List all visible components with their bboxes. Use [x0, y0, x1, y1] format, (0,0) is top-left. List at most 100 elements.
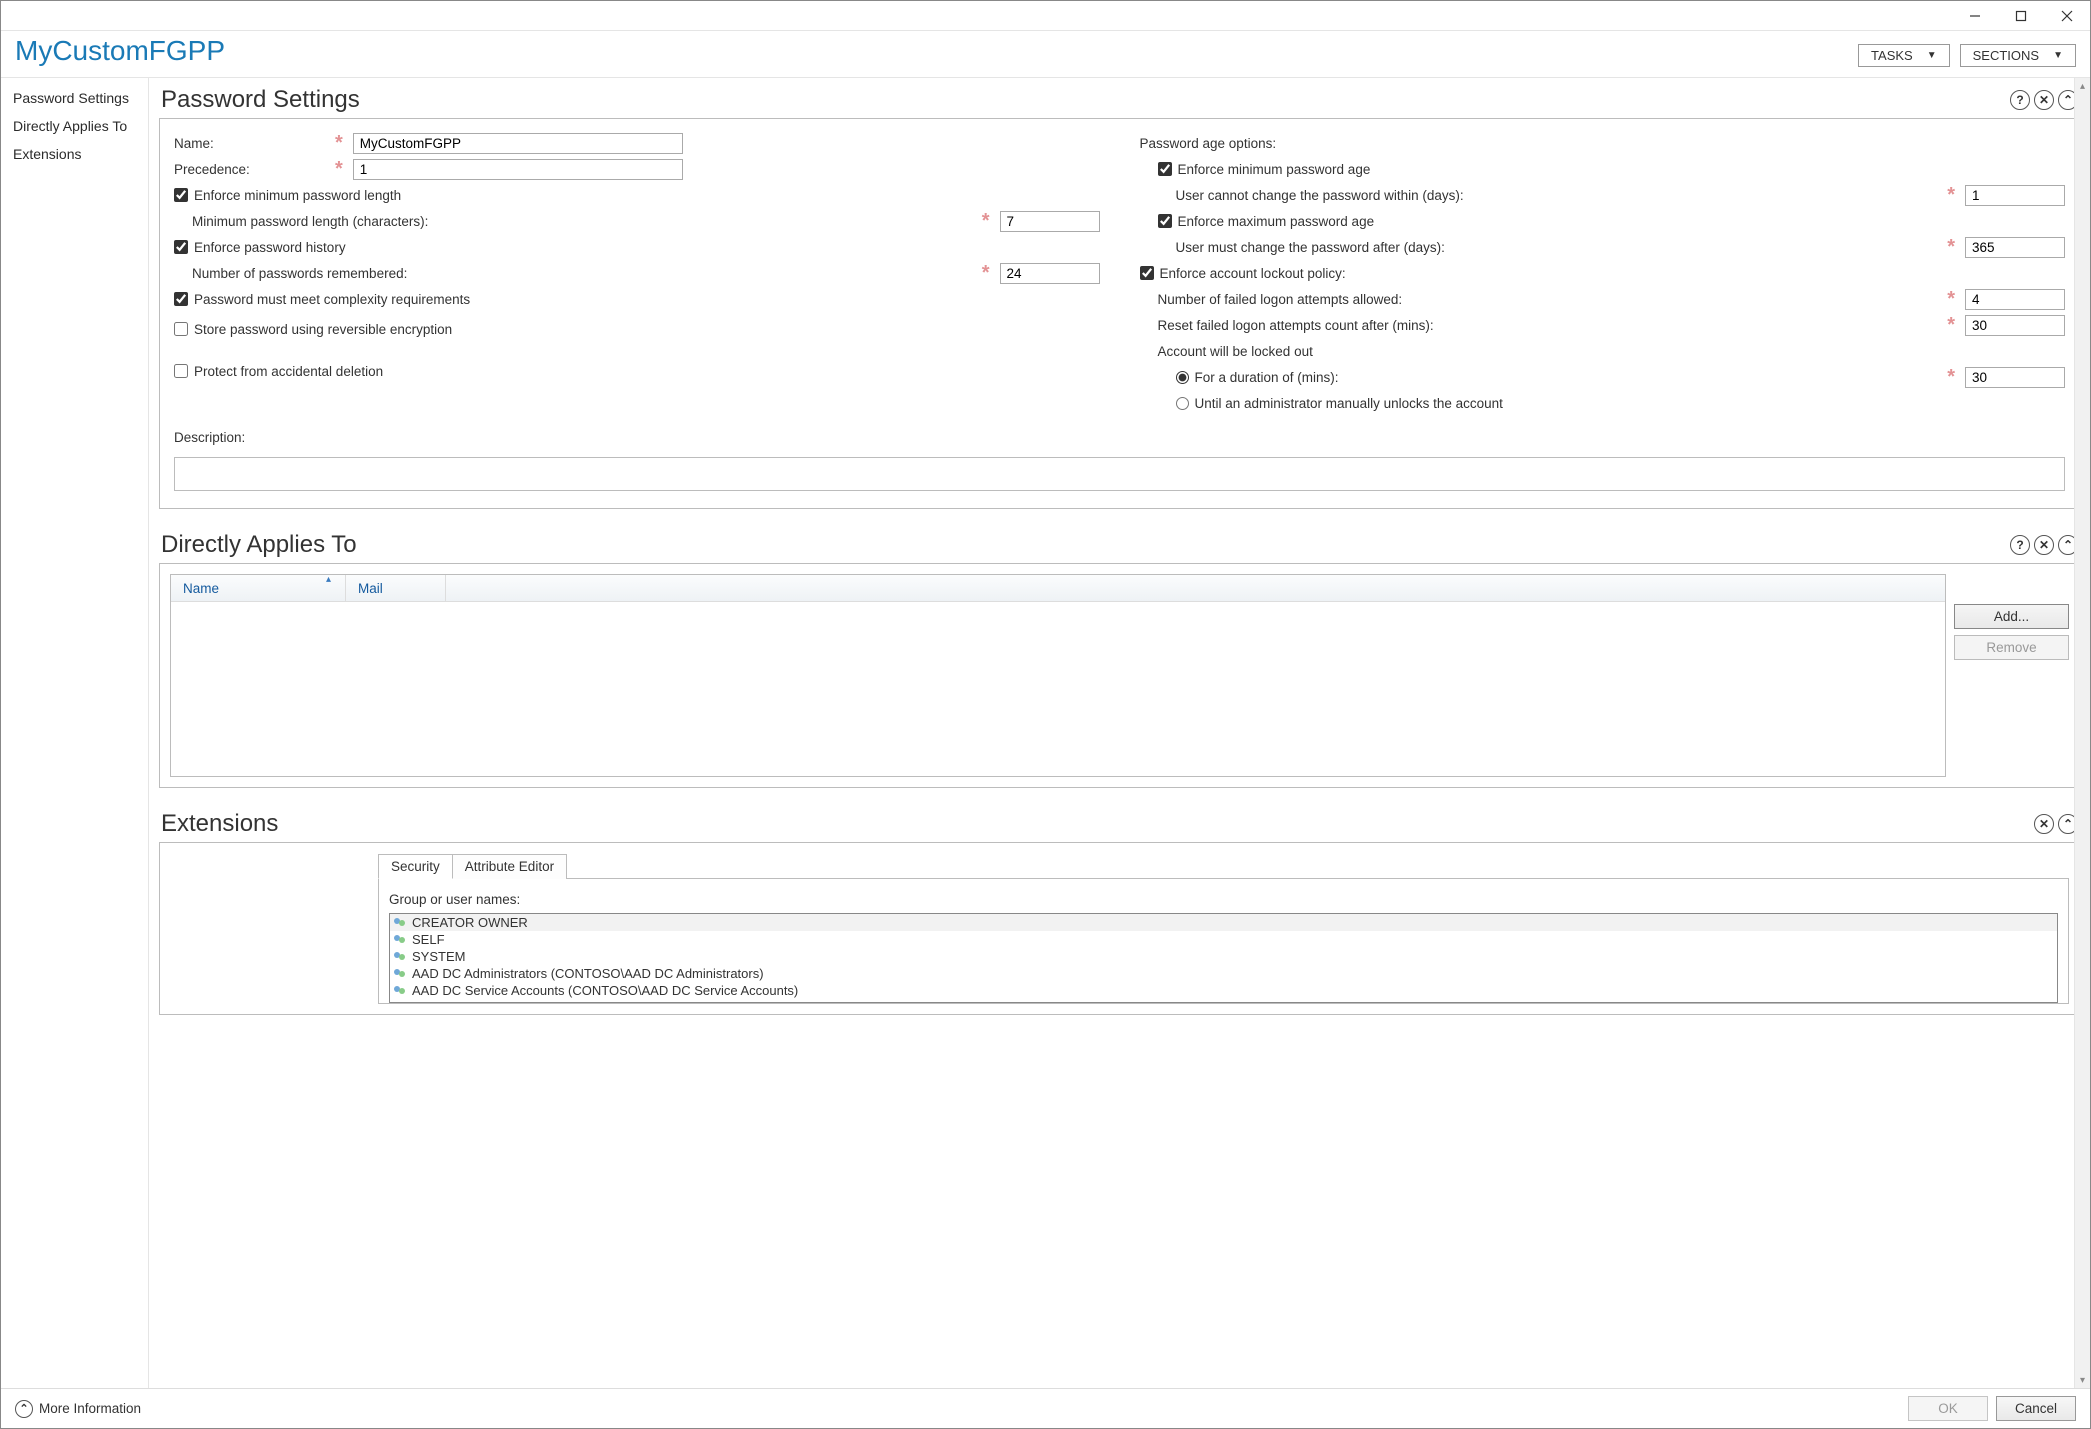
duration-radio[interactable] [1176, 371, 1189, 384]
min-age-input[interactable] [1965, 185, 2065, 206]
history-input[interactable] [1000, 263, 1100, 284]
chevron-down-icon: ▼ [1927, 50, 1937, 61]
list-item[interactable]: AAD DC Administrators (CONTOSO\AAD DC Ad… [390, 965, 2057, 982]
min-age-label: Enforce minimum password age [1178, 162, 1371, 177]
until-admin-radio[interactable] [1176, 397, 1189, 410]
section-directly-applies-to: Directly Applies To ? ✕ ⌃ Name ▴ [159, 523, 2080, 788]
required-icon: * [1947, 293, 1959, 305]
precedence-input[interactable] [353, 159, 683, 180]
column-mail[interactable]: Mail [346, 575, 446, 601]
chevron-down-icon: ▼ [2053, 50, 2063, 61]
name-input[interactable] [353, 133, 683, 154]
attempts-input[interactable] [1965, 289, 2065, 310]
required-icon: * [335, 163, 347, 175]
minimize-button[interactable] [1952, 1, 1998, 31]
add-button[interactable]: Add... [1954, 604, 2069, 629]
security-tab-body: Group or user names: CREATOR OWNER SELF … [379, 878, 2068, 1003]
section-title: Password Settings [161, 86, 360, 114]
scroll-down-icon[interactable]: ▾ [2075, 1372, 2090, 1388]
enforce-min-length-checkbox[interactable] [174, 188, 188, 202]
ok-button[interactable]: OK [1908, 1396, 1988, 1421]
close-button[interactable] [2044, 1, 2090, 31]
max-age-sublabel: User must change the password after (day… [1176, 240, 1445, 255]
sort-ascending-icon: ▴ [326, 574, 331, 585]
scrollbar[interactable]: ▴ ▾ [2074, 78, 2090, 1388]
nav-item-password-settings[interactable]: Password Settings [1, 84, 148, 112]
header-actions: TASKS ▼ SECTIONS ▼ [1858, 44, 2076, 67]
tab-attribute-editor[interactable]: Attribute Editor [452, 854, 567, 879]
group-icon [394, 951, 408, 963]
group-icon [394, 917, 408, 929]
help-icon[interactable]: ? [2010, 90, 2030, 110]
applies-table-header: Name ▴ Mail [171, 575, 1945, 602]
list-item[interactable]: AAD DC Service Accounts (CONTOSO\AAD DC … [390, 982, 2057, 999]
help-icon[interactable]: ? [2010, 535, 2030, 555]
nav-item-directly-applies-to[interactable]: Directly Applies To [1, 112, 148, 140]
column-name[interactable]: Name ▴ [171, 575, 346, 601]
close-section-icon[interactable]: ✕ [2034, 535, 2054, 555]
list-item-label: AAD DC Administrators (CONTOSO\AAD DC Ad… [412, 966, 764, 981]
more-information[interactable]: ⌃ More Information [15, 1400, 141, 1418]
content-area[interactable]: ▴ ▾ Password Settings ? ✕ ⌃ [149, 78, 2090, 1388]
list-item[interactable]: CREATOR OWNER [390, 914, 2057, 931]
min-age-checkbox[interactable] [1158, 162, 1172, 176]
enforce-history-label: Enforce password history [194, 240, 346, 255]
description-label: Description: [174, 430, 245, 445]
section-header: Directly Applies To ? ✕ ⌃ [159, 523, 2080, 563]
reversible-checkbox[interactable] [174, 322, 188, 336]
applies-table[interactable]: Name ▴ Mail [170, 574, 1946, 777]
required-icon: * [1947, 241, 1959, 253]
page-title: MyCustomFGPP [15, 35, 225, 67]
nav-item-extensions[interactable]: Extensions [1, 140, 148, 168]
close-section-icon[interactable]: ✕ [2034, 814, 2054, 834]
max-age-input[interactable] [1965, 237, 2065, 258]
scroll-up-icon[interactable]: ▴ [2075, 78, 2090, 94]
sections-dropdown[interactable]: SECTIONS ▼ [1960, 44, 2076, 67]
attempts-label: Number of failed logon attempts allowed: [1158, 292, 1403, 307]
right-column: Password age options: Enforce minimum pa… [1140, 129, 2066, 417]
applies-panel: Name ▴ Mail Add... Remove [159, 563, 2080, 788]
body: Password Settings Directly Applies To Ex… [1, 78, 2090, 1388]
tasks-dropdown[interactable]: TASKS ▼ [1858, 44, 1950, 67]
maximize-button[interactable] [1998, 1, 2044, 31]
extensions-panel: Security Attribute Editor Group or user … [159, 842, 2080, 1015]
duration-input[interactable] [1965, 367, 2065, 388]
close-section-icon[interactable]: ✕ [2034, 90, 2054, 110]
reset-label: Reset failed logon attempts count after … [1158, 318, 1434, 333]
enforce-min-length-label: Enforce minimum password length [194, 188, 401, 203]
left-column: Name: * Precedence: * Enf [174, 129, 1100, 417]
section-extensions: Extensions ✕ ⌃ Security Attribute Editor [159, 802, 2080, 1015]
complexity-label: Password must meet complexity requiremen… [194, 292, 470, 307]
more-information-label: More Information [39, 1401, 141, 1416]
titlebar [1, 1, 2090, 31]
min-length-sublabel: Minimum password length (characters): [192, 214, 428, 229]
list-item[interactable]: SYSTEM [390, 948, 2057, 965]
lockout-checkbox[interactable] [1140, 266, 1154, 280]
lockout-label: Enforce account lockout policy: [1160, 266, 1346, 281]
section-header: Password Settings ? ✕ ⌃ [159, 78, 2080, 118]
required-icon: * [982, 215, 994, 227]
list-item-label: AAD DC Service Accounts (CONTOSO\AAD DC … [412, 983, 798, 998]
list-item-label: SYSTEM [412, 949, 465, 964]
section-title: Directly Applies To [161, 531, 357, 559]
protect-checkbox[interactable] [174, 364, 188, 378]
cancel-button[interactable]: Cancel [1996, 1396, 2076, 1421]
max-age-checkbox[interactable] [1158, 214, 1172, 228]
min-length-input[interactable] [1000, 211, 1100, 232]
reset-input[interactable] [1965, 315, 2065, 336]
required-icon: * [1947, 371, 1959, 383]
group-listbox[interactable]: CREATOR OWNER SELF SYSTEM AAD DC Adminis… [389, 913, 2058, 1003]
section-title: Extensions [161, 810, 278, 838]
list-item[interactable]: SELF [390, 931, 2057, 948]
sections-label: SECTIONS [1973, 48, 2039, 63]
section-header: Extensions ✕ ⌃ [159, 802, 2080, 842]
description-textarea[interactable] [174, 457, 2065, 491]
nav-sidebar: Password Settings Directly Applies To Ex… [1, 78, 149, 1388]
remove-button[interactable]: Remove [1954, 635, 2069, 660]
enforce-history-checkbox[interactable] [174, 240, 188, 254]
column-name-label: Name [183, 581, 219, 596]
tab-security[interactable]: Security [378, 854, 453, 879]
group-icon [394, 968, 408, 980]
complexity-checkbox[interactable] [174, 292, 188, 306]
required-icon: * [982, 267, 994, 279]
